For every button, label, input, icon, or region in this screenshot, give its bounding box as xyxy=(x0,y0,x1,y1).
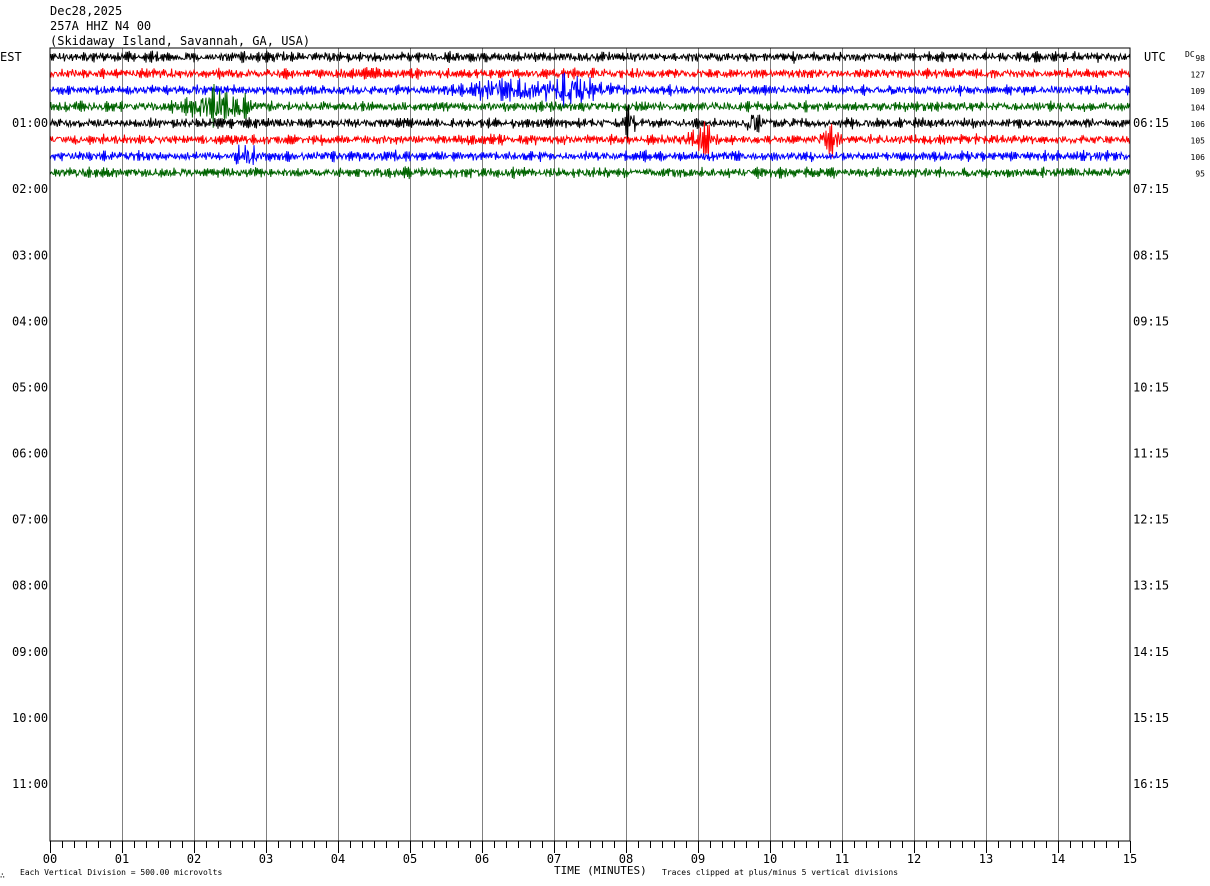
dc-label: 106 xyxy=(1191,153,1206,162)
helicorder-plot: 00 01 02 03 04 05 06 07 08 09 10 11 12 13 14 15 01:0002… xyxy=(0,47,1206,880)
utc-hour-label: 09:15 xyxy=(1133,314,1169,328)
x-tick-label: 11 xyxy=(835,852,849,866)
x-tick-label: 06 xyxy=(475,852,489,866)
est-axis-title: EST xyxy=(0,50,22,64)
x-axis-ticks xyxy=(50,841,1131,853)
est-hour-label: 07:00 xyxy=(12,513,48,527)
est-hour-label: 06:00 xyxy=(12,447,48,461)
logo-glyph: ∴ xyxy=(0,871,5,880)
x-tick-label: 05 xyxy=(403,852,417,866)
est-hour-label: 11:00 xyxy=(12,777,48,791)
x-tick-label: 14 xyxy=(1051,852,1065,866)
clip-note: Traces clipped at plus/minus 5 vertical … xyxy=(662,868,898,877)
dc-offset-labels: 98 127 109 104 106 105 106 95 xyxy=(1191,54,1206,179)
x-tick-label: 04 xyxy=(331,852,345,866)
plot-frame xyxy=(49,47,1131,842)
trace-row-7 xyxy=(49,166,1131,180)
x-axis-title: TIME (MINUTES) xyxy=(554,864,647,877)
x-tick-label: 01 xyxy=(115,852,129,866)
trace-row-6 xyxy=(49,144,1131,166)
x-tick-label: 10 xyxy=(763,852,777,866)
dc-label: 98 xyxy=(1195,54,1205,63)
seismic-traces xyxy=(49,50,1131,180)
x-tick-label: 12 xyxy=(907,852,921,866)
utc-hour-label: 10:15 xyxy=(1133,380,1169,394)
est-hour-label: 02:00 xyxy=(12,182,48,196)
x-tick-label: 15 xyxy=(1123,852,1137,866)
dc-label: 105 xyxy=(1191,137,1206,146)
utc-hour-label: 11:15 xyxy=(1133,447,1169,461)
dc-label: 95 xyxy=(1195,170,1205,179)
dc-label: 104 xyxy=(1191,104,1206,113)
x-tick-label: 02 xyxy=(187,852,201,866)
dc-label: 106 xyxy=(1191,120,1206,129)
utc-axis-title: UTC xyxy=(1144,50,1166,64)
x-tick-label: 13 xyxy=(979,852,993,866)
utc-hour-labels: 06:15 07:15 08:15 09:15 10:15 11:15 12:15 13:15… xyxy=(1133,116,1169,791)
est-hour-label: 09:00 xyxy=(12,645,48,659)
dc-label: 127 xyxy=(1191,71,1206,80)
utc-hour-label: 06:15 xyxy=(1133,116,1169,130)
division-note: Each Vertical Division = 500.00 microvol… xyxy=(20,868,222,877)
vertical-gridlines xyxy=(122,48,1059,841)
utc-hour-label: 16:15 xyxy=(1133,777,1169,791)
dc-label: 109 xyxy=(1191,87,1206,96)
est-hour-label: 08:00 xyxy=(12,579,48,593)
est-hour-labels: 01:00 02:00 03:00 04:00 05:00 06:00 07:00 08:00… xyxy=(12,116,48,791)
dc-title: DC xyxy=(1185,50,1195,59)
utc-hour-label: 08:15 xyxy=(1133,248,1169,262)
utc-hour-label: 15:15 xyxy=(1133,711,1169,725)
utc-hour-label: 12:15 xyxy=(1133,513,1169,527)
est-hour-label: 10:00 xyxy=(12,711,48,725)
x-tick-label: 00 xyxy=(43,852,57,866)
est-hour-label: 05:00 xyxy=(12,380,48,394)
est-hour-label: 01:00 xyxy=(12,116,48,130)
utc-hour-label: 14:15 xyxy=(1133,645,1169,659)
x-tick-label: 09 xyxy=(691,852,705,866)
utc-hour-label: 13:15 xyxy=(1133,579,1169,593)
utc-hour-label: 07:15 xyxy=(1133,182,1169,196)
x-tick-label: 03 xyxy=(259,852,273,866)
trace-row-0 xyxy=(49,50,1131,64)
est-hour-label: 03:00 xyxy=(12,248,48,262)
est-hour-label: 04:00 xyxy=(12,314,48,328)
